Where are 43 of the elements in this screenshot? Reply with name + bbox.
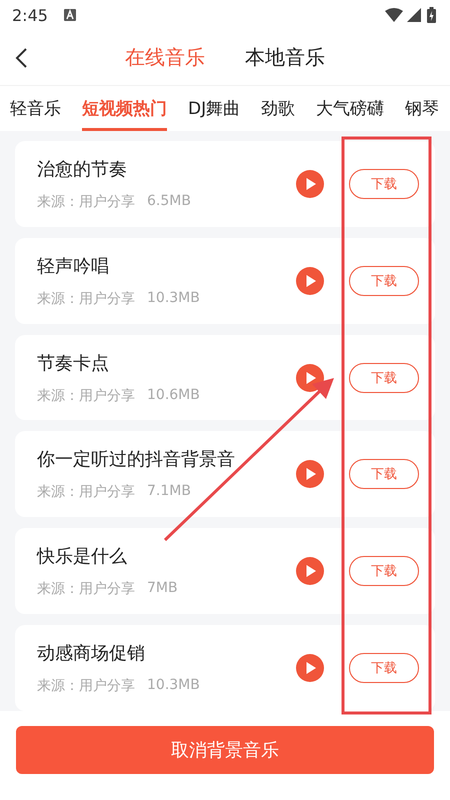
play-icon[interactable] [296,266,324,295]
song-title: 快乐是什么 [37,545,128,568]
song-title: 节奏卡点 [37,352,110,375]
clock: 2:45 [12,6,48,24]
song-source: 来源：用户分享 [37,483,135,502]
song-source: 来源：用户分享 [37,386,135,405]
category-tab[interactable]: 钢琴 [405,86,440,131]
header-tab[interactable]: 在线音乐 [125,44,205,71]
download-button[interactable]: 下载 [349,556,419,586]
song-source: 来源：用户分享 [37,580,135,598]
song-source: 来源：用户分享 [37,192,135,211]
play-icon[interactable] [296,460,324,488]
file-size: 7.1MB [147,483,191,502]
play-icon[interactable] [296,170,324,198]
song-title: 治愈的节奏 [37,158,128,181]
notification-icon [64,9,76,21]
signal-icon [407,8,421,22]
file-size: 7MB [147,580,178,598]
download-button[interactable]: 下载 [349,653,419,684]
category-tab[interactable]: 大气磅礴 [316,86,384,131]
song-source: 来源：用户分享 [37,290,135,308]
file-size: 10.6MB [147,386,200,405]
play-icon[interactable] [296,557,324,586]
file-size: 10.3MB [147,290,200,308]
song-source: 来源：用户分享 [37,677,135,696]
header-tab[interactable]: 本地音乐 [245,44,325,71]
song-title: 轻声吟唱 [37,254,110,278]
category-tab[interactable]: DJ舞曲 [188,86,240,131]
cancel-music-button[interactable]: 取消背景音乐 [16,726,434,774]
back-icon[interactable] [14,47,28,69]
category-tab[interactable]: 轻音乐 [10,86,61,131]
battery-icon [427,7,436,23]
song-title: 动感商场促销 [37,642,146,666]
song-title: 你一定听过的抖音背景音 [37,448,236,472]
category-tab[interactable]: 劲歌 [261,86,296,131]
wifi-icon [385,8,403,22]
download-button[interactable]: 下载 [349,168,419,199]
download-button[interactable]: 下载 [349,362,419,393]
play-icon[interactable] [296,654,324,682]
download-button[interactable]: 下载 [349,266,419,296]
download-button[interactable]: 下载 [349,459,419,490]
file-size: 6.5MB [147,192,191,211]
file-size: 10.3MB [147,677,200,696]
